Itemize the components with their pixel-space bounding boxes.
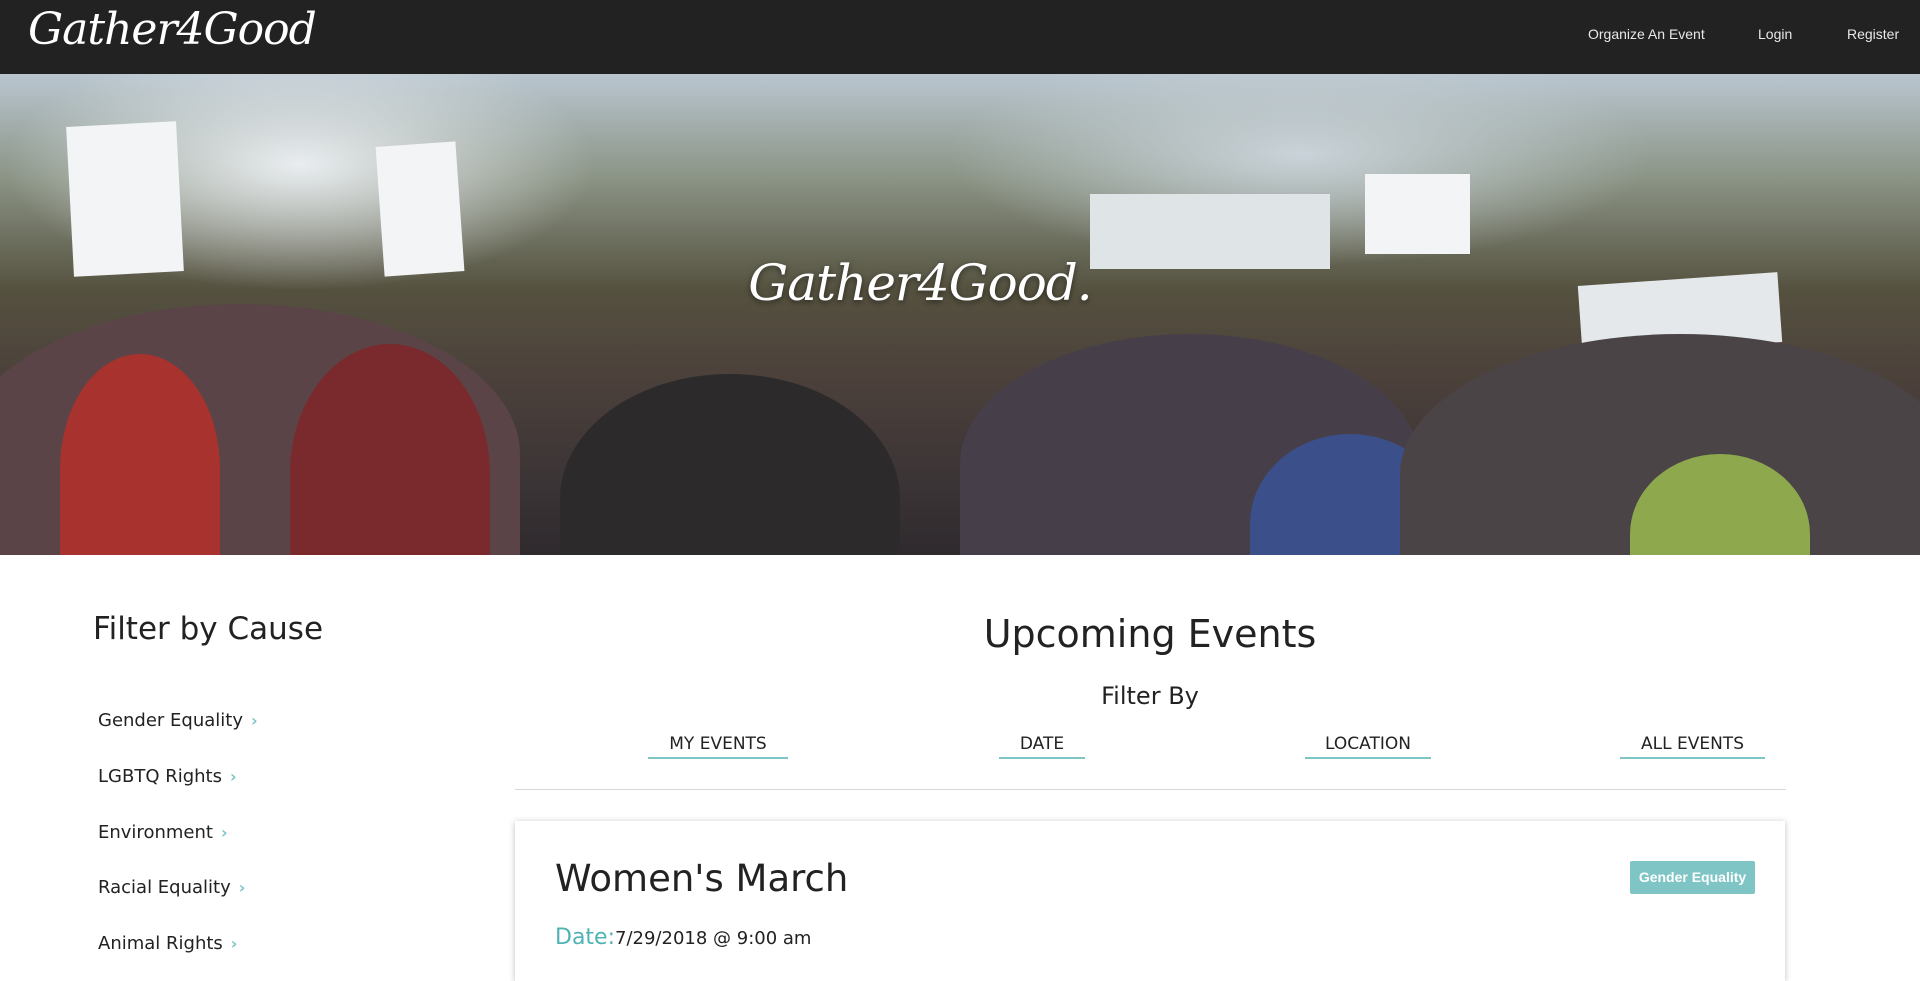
cause-item-label: Animal Rights bbox=[98, 933, 223, 954]
crowd-shape bbox=[560, 374, 900, 555]
divider bbox=[515, 789, 1786, 790]
filter-tab-all-events[interactable]: ALL EVENTS bbox=[1620, 734, 1765, 759]
filter-by-cause-heading: Filter by Cause bbox=[93, 611, 324, 647]
filter-tab-my-events[interactable]: MY EVENTS bbox=[648, 734, 788, 759]
cause-item-environment[interactable]: Environment › bbox=[98, 822, 228, 843]
hero-banner-image: Gather4Good. bbox=[0, 74, 1920, 555]
chevron-right-icon: › bbox=[230, 934, 238, 953]
upcoming-events-heading: Upcoming Events bbox=[983, 612, 1317, 656]
filter-by-label: Filter By bbox=[1101, 682, 1199, 710]
protest-sign bbox=[1365, 174, 1470, 254]
filter-tab-location[interactable]: LOCATION bbox=[1305, 734, 1431, 759]
top-navbar: Gather4Good Organize An Event Login Regi… bbox=[0, 0, 1920, 74]
filter-tab-date[interactable]: DATE bbox=[999, 734, 1085, 759]
event-date-label: Date: bbox=[555, 925, 615, 950]
cause-item-label: LGBTQ Rights bbox=[98, 766, 222, 787]
chevron-right-icon: › bbox=[251, 711, 258, 730]
cause-item-label: Environment bbox=[98, 822, 213, 843]
event-date-value: 7/29/2018 @ 9:00 am bbox=[615, 928, 812, 949]
cause-item-racial-equality[interactable]: Racial Equality › bbox=[98, 877, 245, 898]
brand-logo[interactable]: Gather4Good bbox=[28, 4, 317, 55]
chevron-right-icon: › bbox=[220, 823, 228, 842]
cause-item-gender-equality[interactable]: Gender Equality › bbox=[98, 710, 258, 731]
cause-item-animal-rights[interactable]: Animal Rights › bbox=[98, 933, 237, 954]
cause-item-lgbtq-rights[interactable]: LGBTQ Rights › bbox=[98, 766, 237, 787]
nav-link-register[interactable]: Register bbox=[1847, 26, 1899, 42]
cause-badge[interactable]: Gender Equality bbox=[1630, 861, 1755, 894]
event-card[interactable]: Women's March Gender Equality Date: 7/29… bbox=[515, 821, 1785, 981]
hero-title: Gather4Good. bbox=[748, 254, 1092, 312]
cause-item-label: Racial Equality bbox=[98, 877, 231, 898]
cause-item-label: Gender Equality bbox=[98, 710, 244, 731]
nav-link-organize-event[interactable]: Organize An Event bbox=[1588, 26, 1705, 42]
chevron-right-icon: › bbox=[230, 767, 237, 786]
chevron-right-icon: › bbox=[238, 878, 246, 897]
event-title[interactable]: Women's March bbox=[555, 857, 848, 900]
nav-link-login[interactable]: Login bbox=[1758, 26, 1792, 42]
